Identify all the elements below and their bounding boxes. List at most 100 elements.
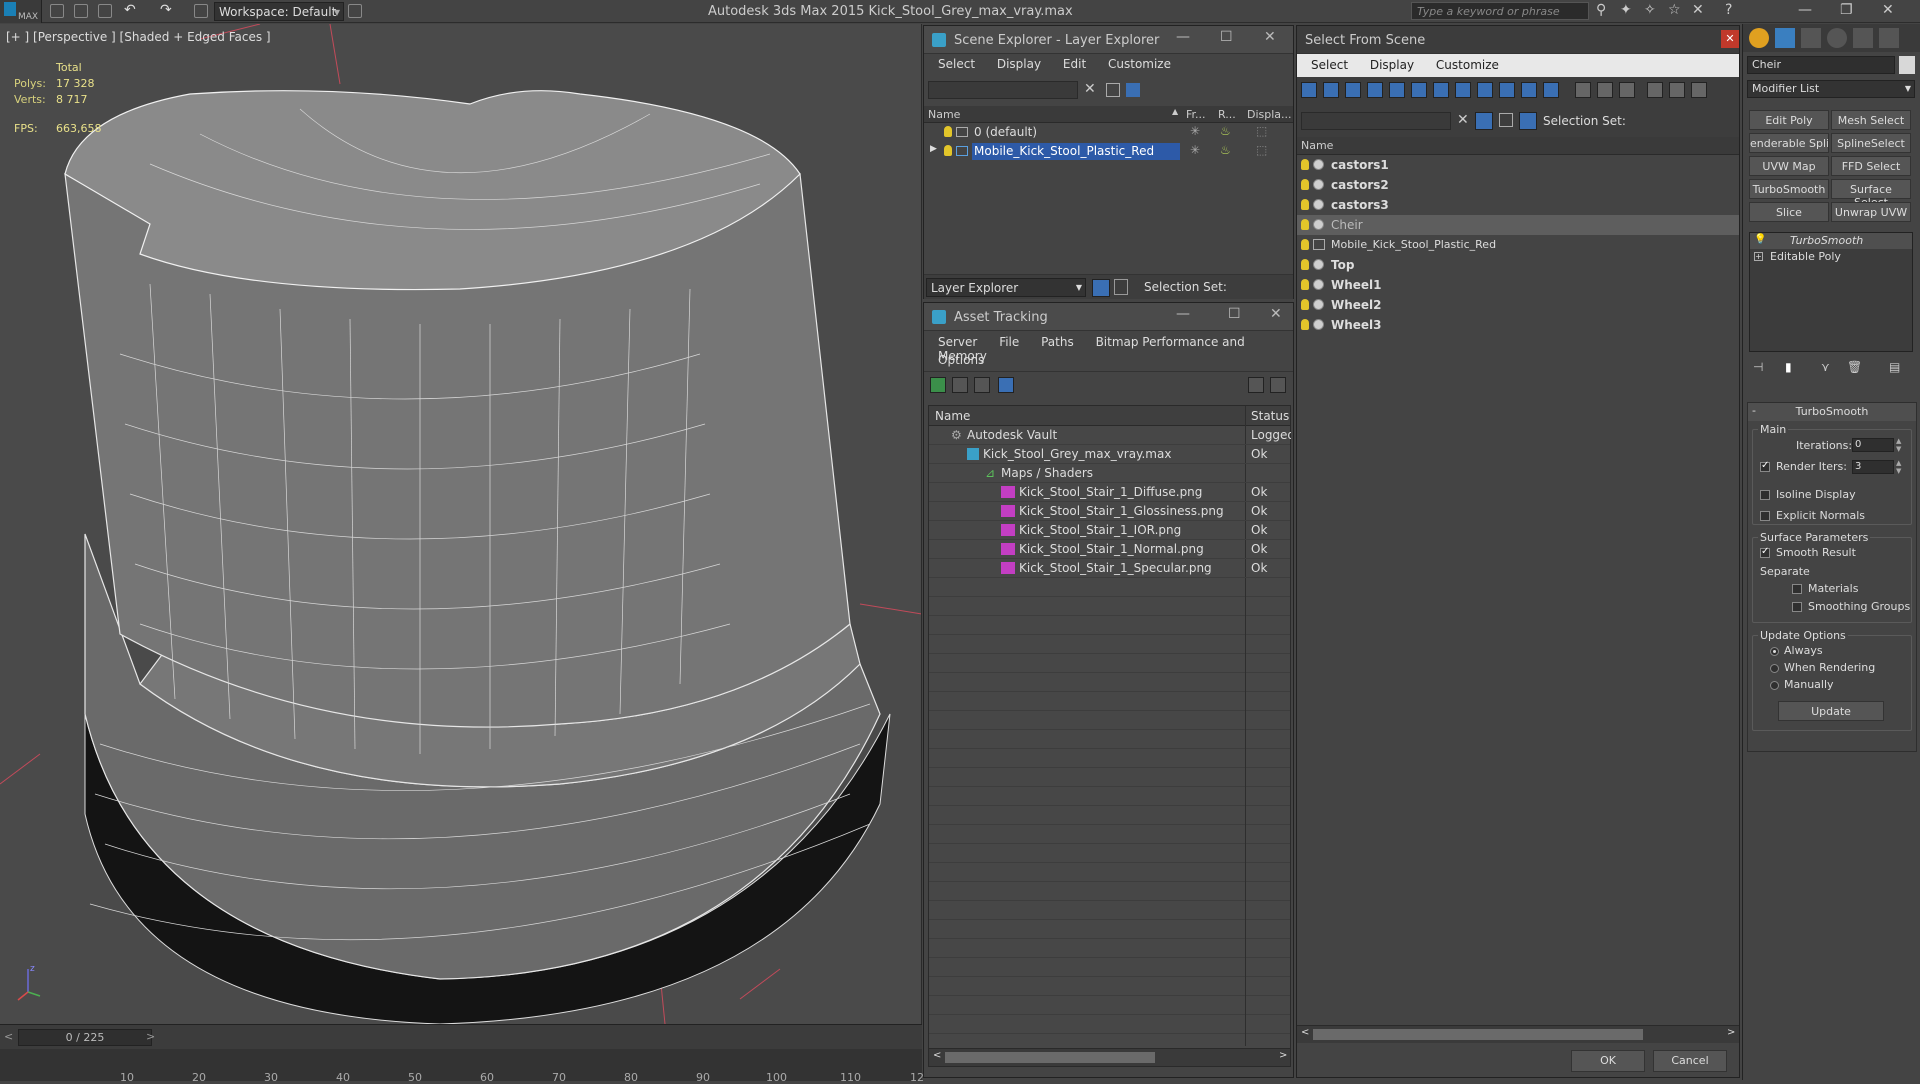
layer-visible-icon[interactable] <box>944 145 952 156</box>
binoculars-icon[interactable]: ⚲ <box>1596 2 1606 18</box>
slice-button[interactable]: Slice <box>1749 202 1829 222</box>
col-freeze[interactable]: Fr... <box>1186 108 1206 121</box>
expand-arrow-icon[interactable]: ▶ <box>930 144 937 154</box>
spline-select-button[interactable]: SplineSelect <box>1831 133 1911 153</box>
minimize-icon[interactable]: — <box>1176 29 1190 45</box>
scroll-right-icon[interactable]: > <box>1727 1027 1735 1038</box>
clear-icon[interactable]: ✕ <box>1457 112 1469 128</box>
layer-row[interactable]: ▶ Mobile_Kick_Stool_Plastic_Red ✳ ♨ ⬚ <box>924 142 1293 161</box>
visible-icon[interactable] <box>1301 319 1309 330</box>
maximize-icon[interactable]: ☐ <box>1220 29 1233 45</box>
create-tab-icon[interactable] <box>1749 28 1769 48</box>
time-slider[interactable]: 0 / 225 <box>18 1029 152 1046</box>
object-color-swatch[interactable] <box>1899 56 1915 74</box>
asset-tracking-titlebar[interactable]: Asset Tracking — ☐ ✕ <box>924 303 1293 331</box>
favorites-star-icon[interactable]: ☆ <box>1668 2 1681 18</box>
project-folder-icon[interactable] <box>194 4 208 18</box>
select-all-icon[interactable] <box>1575 82 1591 98</box>
app-logo[interactable]: MAX <box>0 0 42 23</box>
explicit-normals-checkbox[interactable] <box>1760 511 1770 521</box>
collapse-icon[interactable] <box>1691 82 1707 98</box>
smoothing-groups-checkbox[interactable] <box>1792 602 1802 612</box>
menu-select[interactable]: Select <box>938 57 975 71</box>
hierarchy-mode-icon[interactable] <box>1519 112 1537 130</box>
object-row[interactable]: castors1 <box>1297 155 1739 175</box>
renderable-spline-button[interactable]: enderable Splir <box>1749 133 1829 153</box>
object-row-selected[interactable]: Cheir <box>1297 215 1739 235</box>
select-invert-icon[interactable] <box>1619 82 1635 98</box>
detail-view-icon[interactable] <box>974 377 990 393</box>
asset-row[interactable]: Kick_Stool_Stair_1_Specular.png Ok <box>929 559 1290 578</box>
turbosmooth-button[interactable]: TurboSmooth <box>1749 179 1829 199</box>
filter-icon[interactable] <box>1475 112 1493 130</box>
menu-select[interactable]: Select <box>1311 58 1348 72</box>
select-none-icon[interactable] <box>1597 82 1613 98</box>
scroll-thumb[interactable] <box>1313 1029 1643 1040</box>
new-file-icon[interactable] <box>50 4 64 18</box>
rollout-header[interactable]: - TurboSmooth <box>1748 403 1916 421</box>
scroll-left-icon[interactable]: < <box>933 1050 941 1061</box>
collapse-minus-icon[interactable]: - <box>1752 404 1756 417</box>
hierarchy-icon[interactable] <box>1114 279 1128 295</box>
help-icon[interactable]: ? <box>1725 2 1732 18</box>
menu-paths[interactable]: Paths <box>1041 335 1074 349</box>
col-display[interactable]: Displa... <box>1247 108 1292 121</box>
tools-icon[interactable]: ✦ <box>1620 2 1632 18</box>
filter-shapes-icon[interactable] <box>1323 82 1339 98</box>
open-file-icon[interactable] <box>74 4 88 18</box>
refresh-icon[interactable] <box>930 377 946 393</box>
asset-row[interactable]: ⊿ Maps / Shaders <box>929 464 1290 483</box>
horizontal-scrollbar[interactable]: < > <box>1297 1025 1739 1043</box>
exchange-icon[interactable]: ✕ <box>1692 2 1704 18</box>
layer-row[interactable]: 0 (default) ✳ ♨ ⬚ <box>924 123 1293 142</box>
object-row[interactable]: Wheel2 <box>1297 295 1739 315</box>
mesh-select-button[interactable]: Mesh Select <box>1831 110 1911 130</box>
filter-groups-icon[interactable] <box>1433 82 1449 98</box>
clear-icon[interactable]: ✕ <box>1084 81 1096 97</box>
modify-tab-icon[interactable] <box>1775 28 1795 48</box>
modifier-list-dropdown[interactable]: Modifier List ▼ <box>1747 80 1915 98</box>
pin-stack-icon[interactable]: ⊣ <box>1753 360 1763 374</box>
stack-item-editable-poly[interactable]: + Editable Poly <box>1750 249 1912 265</box>
ok-button[interactable]: OK <box>1571 1050 1645 1072</box>
remove-modifier-icon[interactable]: 🗑 <box>1847 360 1862 374</box>
menu-customize[interactable]: Customize <box>1436 58 1499 72</box>
col-name[interactable]: Name <box>935 409 970 423</box>
make-unique-icon[interactable]: ⋎ <box>1821 360 1830 374</box>
scroll-right-icon[interactable]: > <box>1279 1050 1287 1061</box>
always-radio[interactable] <box>1770 647 1779 656</box>
filter-hidden-icon[interactable] <box>1543 82 1559 98</box>
perspective-viewport[interactable]: [+ ] [Perspective ] [Shaded + Edged Face… <box>0 24 922 1024</box>
col-name[interactable]: Name <box>928 108 960 121</box>
filter-cameras-icon[interactable] <box>1367 82 1383 98</box>
object-row[interactable]: castors2 <box>1297 175 1739 195</box>
menu-customize[interactable]: Customize <box>1108 57 1171 71</box>
object-row[interactable]: castors3 <box>1297 195 1739 215</box>
spinner-arrows-icon[interactable]: ▲ ▼ <box>1896 459 1901 475</box>
list-view-icon[interactable] <box>952 377 968 393</box>
scroll-left-icon[interactable]: < <box>1301 1027 1309 1038</box>
layer-visible-icon[interactable] <box>944 126 952 137</box>
find-field[interactable] <box>928 81 1078 99</box>
display-icon[interactable]: ⬚ <box>1256 124 1267 138</box>
layers-mode-icon[interactable] <box>1092 279 1110 297</box>
menu-display[interactable]: Display <box>1370 58 1414 72</box>
unwrap-uvw-button[interactable]: Unwrap UVW <box>1831 202 1911 222</box>
object-row[interactable]: Top <box>1297 255 1739 275</box>
select-from-scene-titlebar[interactable]: Select From Scene ✕ <box>1297 26 1739 54</box>
help-icon[interactable] <box>1248 377 1264 393</box>
menu-options[interactable]: Options <box>938 353 984 367</box>
configure-sets-icon[interactable]: ▤ <box>1889 360 1900 374</box>
ffd-select-button[interactable]: FFD Select <box>1831 156 1911 176</box>
filter-spacewarps-icon[interactable] <box>1411 82 1427 98</box>
utilities-tab-icon[interactable] <box>1879 28 1899 48</box>
visible-icon[interactable] <box>1301 199 1309 210</box>
filter-funnel-icon[interactable] <box>1647 82 1663 98</box>
motion-tab-icon[interactable] <box>1827 28 1847 48</box>
filter-xrefs-icon[interactable] <box>1455 82 1471 98</box>
asset-row[interactable]: Kick_Stool_Stair_1_Normal.png Ok <box>929 540 1290 559</box>
restore-icon[interactable]: ❐ <box>1840 2 1853 18</box>
filter-lights-icon[interactable] <box>1345 82 1361 98</box>
edit-poly-button[interactable]: Edit Poly <box>1749 110 1829 130</box>
viewport-label[interactable]: [+ ] [Perspective ] [Shaded + Edged Face… <box>6 30 271 44</box>
